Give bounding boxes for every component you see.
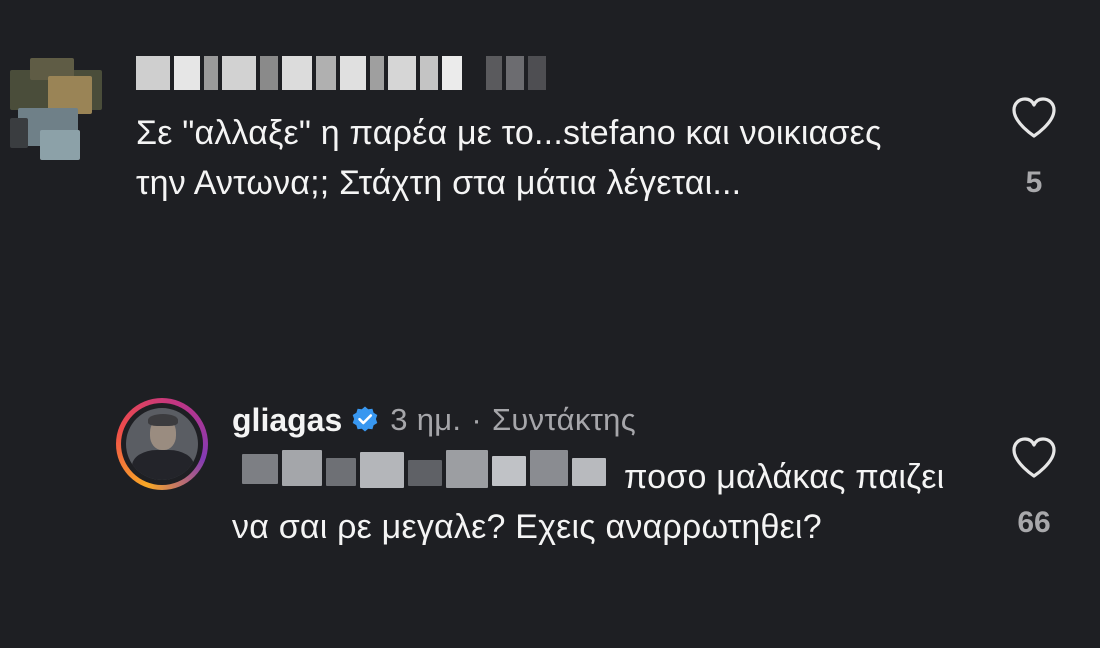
author-role: Συντάκτης — [491, 402, 636, 437]
username[interactable]: gliagas — [232, 402, 342, 439]
comment-text: ποσο μαλάκας παιζει να σαι ρε μεγαλε? Εχ… — [232, 458, 945, 546]
comment-text: Σε "αλλαξε" η παρέα με το...stefano και … — [136, 114, 892, 202]
redacted-username[interactable] — [136, 56, 546, 90]
avatar[interactable] — [116, 398, 208, 490]
comment-header: gliagas 3 ημ. · Συντάκτης — [232, 398, 636, 442]
verified-badge-icon — [350, 405, 380, 435]
like-count: 66 — [1017, 506, 1051, 539]
heart-outline-icon[interactable] — [1010, 436, 1058, 480]
like-count: 5 — [1025, 166, 1043, 199]
heart-outline-icon[interactable] — [1010, 96, 1058, 140]
separator-dot: · — [471, 402, 482, 437]
avatar[interactable] — [10, 58, 102, 164]
like-button[interactable]: 66 — [994, 436, 1074, 540]
like-button[interactable]: 5 — [994, 96, 1074, 200]
comments-panel: Σε "αλλαξε" η παρέα με το...stefano και … — [0, 0, 1100, 648]
comment-time: 3 ημ. — [390, 402, 462, 437]
